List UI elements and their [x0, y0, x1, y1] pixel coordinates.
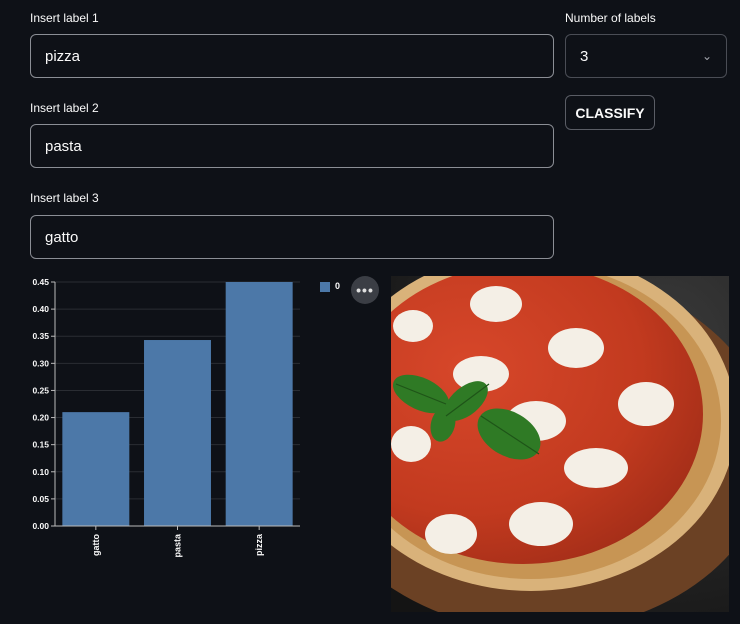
label-2-input[interactable]: pasta	[30, 124, 554, 168]
label-3-input[interactable]: gatto	[30, 215, 554, 259]
field-label-1: Insert label 1	[30, 11, 99, 25]
y-tick-label: 0.25	[32, 385, 49, 395]
num-labels-select[interactable]: 3 ⌄	[565, 34, 727, 78]
field-label-3: Insert label 3	[30, 191, 99, 205]
chevron-down-icon: ⌄	[701, 49, 712, 63]
y-tick-label: 0.15	[32, 440, 49, 450]
label-1-input[interactable]: pizza	[30, 34, 554, 78]
bar-pasta	[144, 340, 211, 526]
x-tick-label: pasta	[173, 533, 183, 558]
num-labels-value: 3	[580, 47, 589, 65]
field-label-2: Insert label 2	[30, 101, 99, 115]
y-tick-label: 0.45	[32, 277, 49, 287]
y-tick-label: 0.35	[32, 331, 49, 341]
classify-button[interactable]: CLASSIFY	[565, 95, 655, 130]
y-tick-label: 0.00	[32, 521, 49, 531]
y-tick-label: 0.10	[32, 467, 49, 477]
y-tick-label: 0.40	[32, 304, 49, 314]
y-tick-label: 0.20	[32, 413, 49, 423]
x-tick-label: gatto	[91, 534, 101, 556]
num-labels-label: Number of labels	[565, 11, 656, 25]
probability-bar-chart: 0.00 0.05 0.10 0.15 0.20 0.25 0.30 0.35 0.40 0.45…	[32, 277, 300, 558]
legend-swatch	[320, 282, 330, 292]
x-tick-label: pizza	[254, 533, 264, 556]
pizza-photo	[391, 276, 729, 612]
bar-pizza	[225, 282, 293, 526]
legend-label: 0	[335, 281, 341, 291]
ellipsis-icon[interactable]: •••	[351, 276, 379, 304]
y-tick-label: 0.30	[32, 358, 49, 368]
bar-gatto	[62, 412, 130, 526]
y-tick-label: 0.05	[32, 494, 49, 504]
